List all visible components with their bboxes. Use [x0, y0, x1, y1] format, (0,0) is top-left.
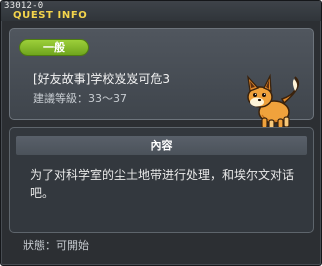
quest-title: [好友故事]学校岌岌可危3: [33, 72, 170, 86]
title-bar[interactable]: 33012-0 QUEST INFO: [1, 1, 321, 21]
quest-category-badge: 一般: [19, 39, 89, 56]
quest-description-panel: 內容 为了对科学室的尘土地带进行处理，和埃尔文对话吧。: [9, 127, 314, 233]
quest-summary-card: 一般 [好友故事]学校岌岌可危3 建議等級：33～37: [9, 28, 314, 130]
description-header: 內容: [16, 136, 307, 155]
description-text: 为了对科学室的尘土地带进行处理，和埃尔文对话吧。: [30, 168, 295, 200]
quest-status: 狀態：可開始: [23, 239, 89, 252]
window-title: QUEST INFO: [13, 10, 88, 21]
recommended-level: 建議等級：33～37: [33, 92, 127, 105]
quest-info-window: 33012-0 QUEST INFO 一般 [好友故事]学校岌岌可危3 建議等級…: [0, 0, 322, 266]
